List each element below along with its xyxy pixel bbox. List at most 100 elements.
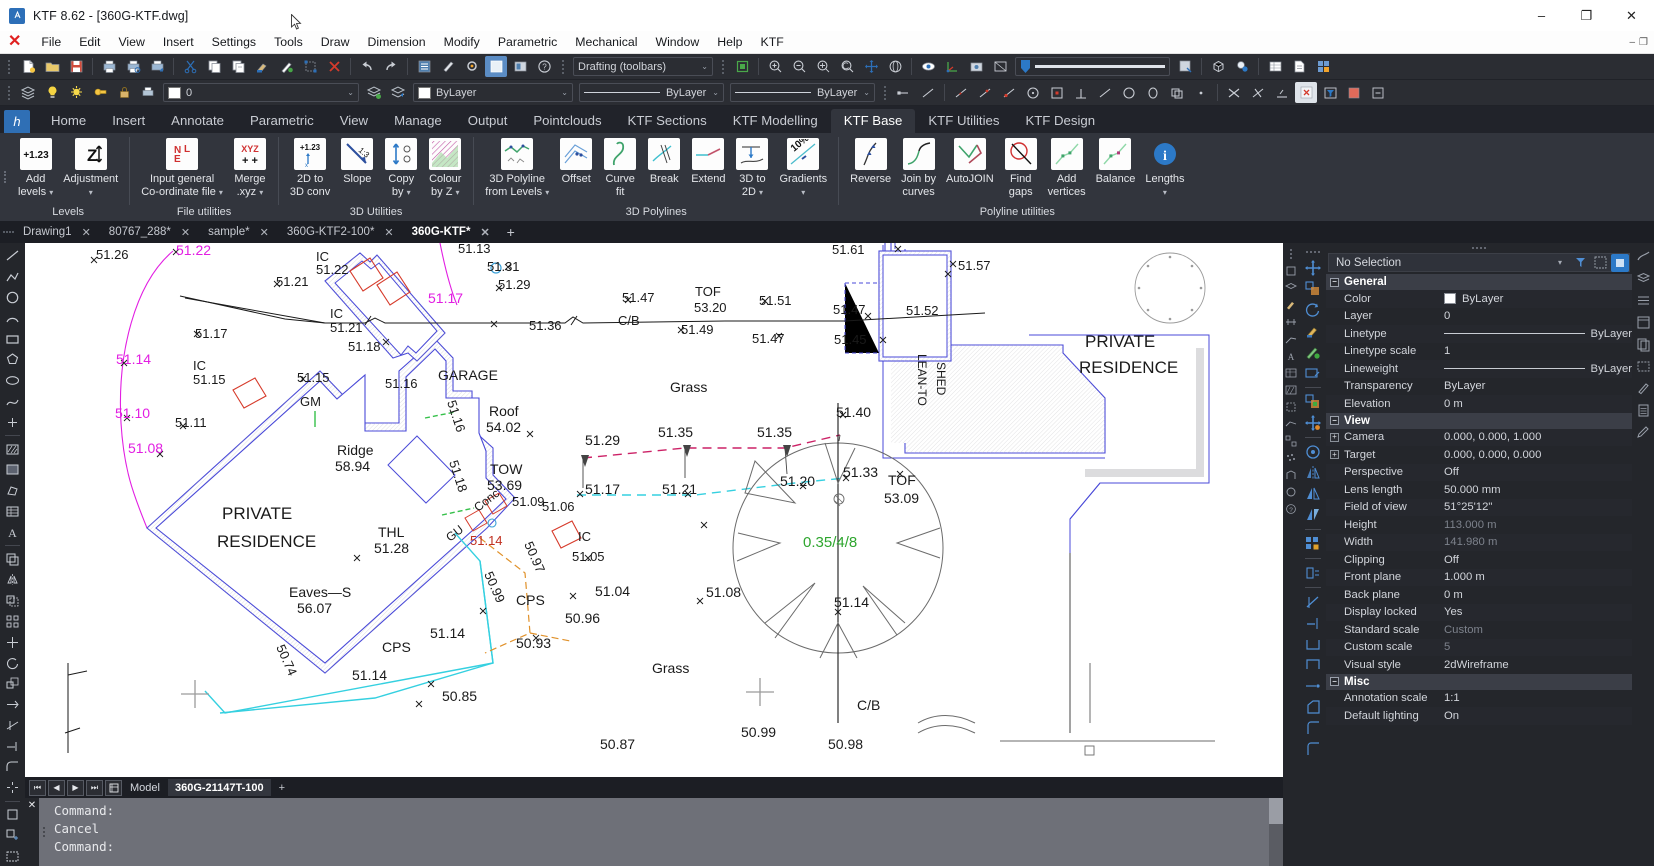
array-tool-icon[interactable] xyxy=(1302,534,1323,554)
snap-perpendicular-icon[interactable] xyxy=(1070,82,1092,103)
property-row[interactable]: Standard scaleCustom xyxy=(1326,621,1632,639)
text-document-icon[interactable] xyxy=(1288,56,1310,77)
toolbar-grip[interactable] xyxy=(6,58,12,76)
ucs-icon[interactable] xyxy=(941,56,963,77)
render-gutter-icon[interactable] xyxy=(1284,485,1298,499)
osnap-extra-icon[interactable] xyxy=(1367,82,1389,103)
osnap-settings-icon[interactable] xyxy=(1271,82,1293,103)
input-general-coordinate-file-button[interactable]: NLE Input general Co-ordinate file ▾ xyxy=(136,135,228,199)
linetype-combo[interactable]: ByLayer ⌄ xyxy=(579,83,724,102)
property-value[interactable]: Custom xyxy=(1438,624,1632,636)
property-value[interactable]: ByLayer xyxy=(1438,363,1632,375)
copy-icon[interactable] xyxy=(203,56,225,77)
arc-icon[interactable] xyxy=(3,308,23,328)
property-row[interactable]: Visual style2dWireframe xyxy=(1326,656,1632,674)
property-row[interactable]: Lens length50.000 mm xyxy=(1326,481,1632,499)
close-command-line-icon[interactable]: ✕ xyxy=(25,798,39,866)
designcenter-icon[interactable] xyxy=(437,56,459,77)
trim-tool-icon[interactable] xyxy=(1302,592,1323,612)
layer-state-icon[interactable] xyxy=(1284,281,1298,295)
redo-icon[interactable] xyxy=(380,56,402,77)
property-value[interactable]: Off xyxy=(1438,554,1632,566)
color-combo[interactable]: ByLayer ⌄ xyxy=(413,83,573,102)
save-icon[interactable] xyxy=(65,56,87,77)
3d-box-icon[interactable] xyxy=(1207,56,1229,77)
fillet-icon[interactable] xyxy=(3,757,23,777)
mirror-icon[interactable] xyxy=(3,570,23,590)
property-row[interactable]: Elevation0 m xyxy=(1326,395,1632,413)
property-row[interactable]: Height113.000 m xyxy=(1326,516,1632,534)
match-properties-icon[interactable] xyxy=(251,56,273,77)
layer-freeze-icon[interactable] xyxy=(65,82,87,103)
rotate3d-tool-icon[interactable] xyxy=(1302,442,1323,462)
properties-grip[interactable] xyxy=(1326,243,1632,253)
match-properties-tool-icon[interactable] xyxy=(1302,321,1323,341)
prev-layout-button[interactable]: ◀ xyxy=(48,780,65,796)
close-document-icon[interactable]: ✕ xyxy=(8,34,21,50)
make-object-layer-current-icon[interactable] xyxy=(363,82,385,103)
chamfer-tool-icon[interactable] xyxy=(1302,697,1323,717)
next-layout-button[interactable]: ▶ xyxy=(67,780,84,796)
layer-combo[interactable]: 0 ⌄ xyxy=(163,83,359,102)
mirror-tool-icon[interactable] xyxy=(1302,463,1323,483)
open-file-icon[interactable] xyxy=(41,56,63,77)
zoom-extents-icon[interactable] xyxy=(812,56,834,77)
osnap-disable-icon[interactable] xyxy=(1295,82,1317,103)
collapse-icon[interactable]: − xyxy=(1330,677,1339,686)
publish-icon[interactable] xyxy=(146,56,168,77)
menu-settings[interactable]: Settings xyxy=(203,35,265,49)
properties-group-general[interactable]: −General xyxy=(1326,274,1632,290)
menu-draw[interactable]: Draw xyxy=(312,35,359,49)
property-row[interactable]: ClippingOff xyxy=(1326,551,1632,569)
toolbar-grip[interactable] xyxy=(6,84,12,102)
menu-view[interactable]: View xyxy=(109,35,153,49)
tab-output[interactable]: Output xyxy=(455,109,521,133)
tab-ktf-base[interactable]: KTF Base xyxy=(831,109,916,133)
menu-ktf[interactable]: KTF xyxy=(752,35,793,49)
osnap-off-icon[interactable] xyxy=(1223,82,1245,103)
property-value[interactable]: ByLayer xyxy=(1438,380,1632,392)
zoom-in-icon[interactable] xyxy=(764,56,786,77)
new-file-icon[interactable] xyxy=(17,56,39,77)
stretch-icon[interactable] xyxy=(3,695,23,715)
lengthen-tool-icon[interactable] xyxy=(1302,655,1323,675)
ribbon-logo-icon[interactable]: h xyxy=(4,110,30,133)
add-levels-button[interactable]: +1.23 Add levels ▾ xyxy=(13,135,58,199)
osnap-swatch-icon[interactable] xyxy=(1343,82,1365,103)
property-value[interactable]: 113.000 m xyxy=(1438,519,1632,531)
layers-toggle-icon[interactable] xyxy=(1634,269,1652,287)
ribbon-grip[interactable] xyxy=(0,133,10,221)
menu-modify[interactable]: Modify xyxy=(435,35,489,49)
designcenter-toggle-icon[interactable] xyxy=(1634,379,1652,397)
select-objects-icon[interactable] xyxy=(1591,254,1609,272)
polygon-icon[interactable] xyxy=(3,350,23,370)
transparency-slider[interactable] xyxy=(1015,57,1170,76)
close-icon[interactable]: ✕ xyxy=(82,226,91,239)
named-views-icon[interactable] xyxy=(965,56,987,77)
doctab-drawing1[interactable]: Drawing1 ✕ xyxy=(14,221,100,243)
align-tool-icon[interactable] xyxy=(1302,563,1323,583)
property-value[interactable]: 2dWireframe xyxy=(1438,659,1632,671)
tab-ktf-utilities[interactable]: KTF Utilities xyxy=(915,109,1012,133)
snap-quadrant-icon[interactable] xyxy=(1118,82,1140,103)
stretch-tool-icon[interactable] xyxy=(1302,634,1323,654)
toolstrip-grip[interactable] xyxy=(1306,247,1320,257)
help-gutter-icon[interactable]: ? xyxy=(1284,502,1298,516)
length-line-tool-icon[interactable] xyxy=(1302,676,1323,696)
snap-endpoint-icon[interactable] xyxy=(893,82,915,103)
insert-block-icon[interactable] xyxy=(3,825,23,845)
rectangle-icon[interactable] xyxy=(3,329,23,349)
region-icon[interactable] xyxy=(3,481,23,501)
dimension-gutter-icon[interactable] xyxy=(1284,315,1298,329)
property-value[interactable]: 0 m xyxy=(1438,398,1632,410)
block-editor-icon[interactable] xyxy=(299,56,321,77)
2d-to-3d-conv-button[interactable]: +1.23x 2D to 3D conv xyxy=(285,135,335,198)
sheet-set-icon[interactable] xyxy=(485,56,507,77)
property-value[interactable]: 5 xyxy=(1438,641,1632,653)
command-scrollbar[interactable] xyxy=(1269,798,1283,866)
plot-preview-icon[interactable] xyxy=(122,56,144,77)
lineweight-combo[interactable]: ByLayer ⌄ xyxy=(730,83,875,102)
rotate-icon[interactable] xyxy=(3,653,23,673)
properties-group-view[interactable]: −View xyxy=(1326,413,1632,429)
close-button[interactable]: ✕ xyxy=(1609,0,1654,31)
